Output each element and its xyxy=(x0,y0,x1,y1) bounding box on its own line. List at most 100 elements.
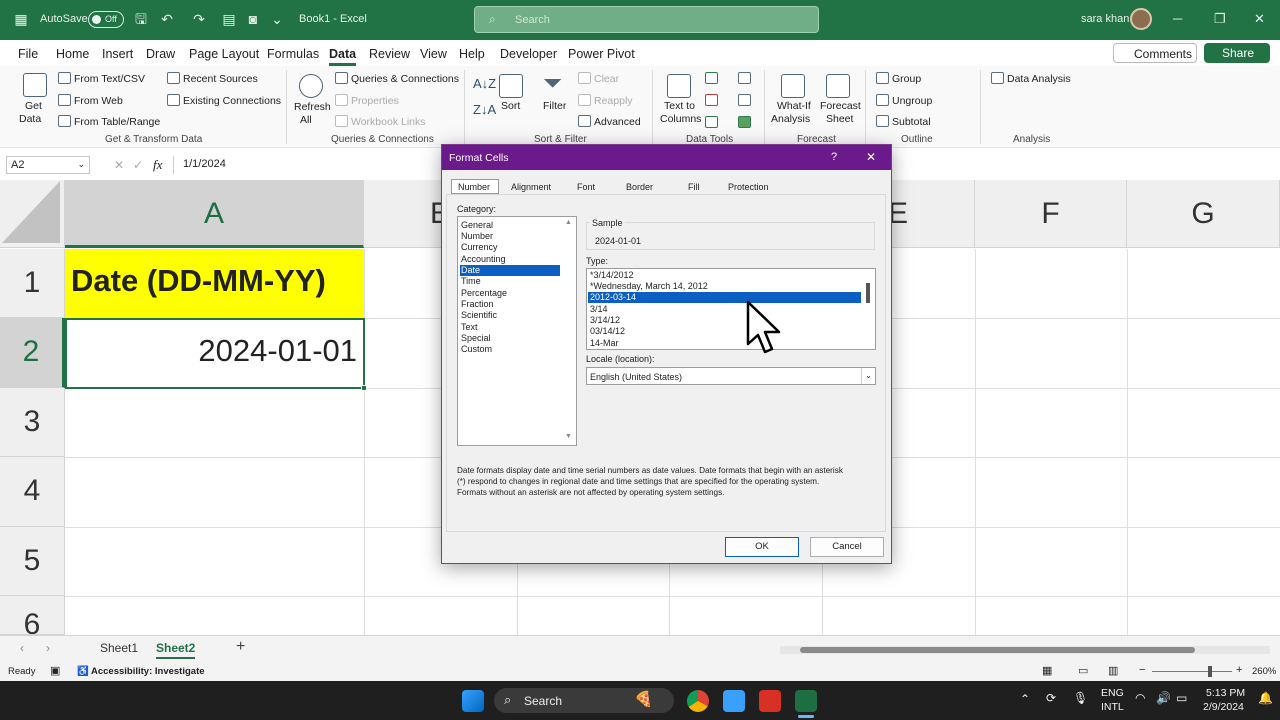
ok-button[interactable]: OK xyxy=(725,537,799,557)
menu-developer[interactable]: Developer xyxy=(500,47,557,61)
macro-record-icon[interactable]: ▣ xyxy=(50,664,60,677)
workbook-links[interactable]: Workbook Links xyxy=(335,115,426,128)
scroll-down-icon[interactable]: ▼ xyxy=(565,433,572,440)
select-all-corner[interactable] xyxy=(0,180,65,248)
column-header-f[interactable]: F xyxy=(975,180,1127,248)
clock-time[interactable]: 5:13 PM xyxy=(1206,687,1245,699)
sheet-tab-1[interactable]: Sheet1 xyxy=(100,641,138,655)
row-header-5[interactable]: 5 xyxy=(0,527,65,596)
sheet-tab-2[interactable]: Sheet2 xyxy=(156,641,196,659)
menu-power-pivot[interactable]: Power Pivot xyxy=(568,47,635,61)
menu-draw[interactable]: Draw xyxy=(146,47,175,61)
type-item[interactable]: 3/14 xyxy=(588,304,861,315)
microphone-icon[interactable]: 🎙 xyxy=(1073,691,1088,705)
get-data-label[interactable]: Data xyxy=(19,113,41,125)
chevron-up-icon[interactable]: ⌃ xyxy=(1020,692,1030,706)
dialog-close-icon[interactable]: ✕ xyxy=(866,150,876,164)
tab-font[interactable]: Font xyxy=(577,182,595,192)
language-eng[interactable]: ENG xyxy=(1101,687,1124,699)
type-item[interactable]: 03/14/12 xyxy=(588,326,861,337)
row-header-2[interactable]: 2 xyxy=(0,318,65,388)
camera-icon[interactable]: ◙ xyxy=(244,10,262,28)
cell-a2[interactable]: 2024-01-01 xyxy=(65,318,365,389)
normal-view-icon[interactable]: ▦ xyxy=(1042,664,1052,677)
row-header-6[interactable]: 6 xyxy=(0,596,65,635)
forecast-sheet-label[interactable]: Sheet xyxy=(826,113,853,125)
menu-insert[interactable]: Insert xyxy=(102,47,133,61)
comments-button[interactable]: Comments xyxy=(1113,43,1197,63)
category-item[interactable]: Number xyxy=(460,231,560,242)
tab-protection[interactable]: Protection xyxy=(728,182,769,192)
windows-start-icon[interactable] xyxy=(462,690,484,712)
menu-review[interactable]: Review xyxy=(369,47,410,61)
ungroup-button[interactable]: Ungroup xyxy=(876,94,932,107)
from-table-range[interactable]: From Table/Range xyxy=(58,115,160,128)
queries-connections[interactable]: Queries & Connections xyxy=(335,72,459,85)
fill-handle[interactable] xyxy=(361,385,367,391)
category-list[interactable]: General Number Currency Accounting Date … xyxy=(457,216,577,446)
accessibility-icon[interactable]: ♿ xyxy=(77,666,89,677)
zoom-in-icon[interactable]: + xyxy=(1236,664,1242,676)
menu-formulas[interactable]: Formulas xyxy=(267,47,319,61)
search-box[interactable]: ⌕ Search xyxy=(474,6,819,33)
category-item[interactable]: Time xyxy=(460,276,560,287)
battery-icon[interactable]: ▭ xyxy=(1176,691,1187,705)
zoom-slider[interactable] xyxy=(1152,671,1232,672)
enter-formula-icon[interactable]: ✓ xyxy=(133,158,143,172)
avatar[interactable] xyxy=(1130,8,1152,30)
refresh-all-label[interactable]: All xyxy=(300,114,312,126)
group-button[interactable]: Group xyxy=(876,72,921,85)
prev-sheet-icon[interactable]: ‹ xyxy=(20,641,24,655)
chevron-down-icon[interactable]: ⌄ xyxy=(861,368,875,384)
category-item[interactable]: Custom xyxy=(460,344,560,355)
recent-sources[interactable]: Recent Sources xyxy=(167,72,258,85)
chrome-icon[interactable] xyxy=(687,690,709,712)
redo-icon[interactable]: ↷ xyxy=(190,10,208,28)
menu-help[interactable]: Help xyxy=(459,47,485,61)
row-header-1[interactable]: 1 xyxy=(0,249,65,318)
data-model-icon[interactable] xyxy=(738,116,751,128)
zoom-level[interactable]: 260% xyxy=(1252,666,1276,677)
category-item[interactable]: Fraction xyxy=(460,299,560,310)
existing-connections[interactable]: Existing Connections xyxy=(167,94,281,107)
refresh-all-button[interactable]: Refresh xyxy=(294,101,331,113)
menu-data[interactable]: Data xyxy=(329,47,357,66)
form-icon[interactable]: ▤ xyxy=(220,10,238,28)
row-header-4[interactable]: 4 xyxy=(0,457,65,527)
add-sheet-icon[interactable]: + xyxy=(236,638,245,656)
horizontal-scrollbar[interactable] xyxy=(780,646,1270,654)
column-header-g[interactable]: G xyxy=(1127,180,1280,248)
close-window-icon[interactable]: ✕ xyxy=(1254,11,1265,27)
sort-button[interactable]: Sort xyxy=(501,100,520,112)
type-list-scrollbar[interactable] xyxy=(866,283,870,303)
get-data-button[interactable]: Get xyxy=(25,100,42,112)
reapply-button[interactable]: Reapply xyxy=(578,94,633,107)
category-item-selected[interactable]: Date xyxy=(460,265,560,276)
minimize-icon[interactable]: ─ xyxy=(1173,11,1182,26)
notification-bell-icon[interactable]: 🔔 xyxy=(1258,691,1273,705)
forecast-sheet-button[interactable]: Forecast xyxy=(820,100,861,112)
locale-select[interactable]: English (United States) ⌄ xyxy=(586,367,876,385)
menu-view[interactable]: View xyxy=(420,47,447,61)
what-if-label[interactable]: Analysis xyxy=(771,113,810,125)
share-button[interactable]: Share xyxy=(1204,43,1270,63)
sort-az-icon[interactable]: A↓Z xyxy=(473,76,496,91)
taskbar-search[interactable]: ⌕ Search 🍕 xyxy=(494,688,674,713)
category-item[interactable]: Accounting xyxy=(460,254,560,265)
cell-a1[interactable]: Date (DD-MM-YY) xyxy=(65,249,364,318)
name-box[interactable]: A2 ⌄ xyxy=(6,156,90,174)
subtotal-button[interactable]: Subtotal xyxy=(876,115,931,128)
remove-duplicates-icon[interactable] xyxy=(705,94,718,106)
properties[interactable]: Properties xyxy=(335,94,399,107)
clear-button[interactable]: Clear xyxy=(578,72,619,85)
sort-za-icon[interactable]: Z↓A xyxy=(473,102,496,117)
type-item[interactable]: *Wednesday, March 14, 2012 xyxy=(588,281,861,292)
category-item[interactable]: Percentage xyxy=(460,288,560,299)
category-item[interactable]: General xyxy=(460,220,560,231)
notepad-icon[interactable] xyxy=(723,690,745,712)
page-break-icon[interactable]: ▥ xyxy=(1108,664,1118,677)
relationships-icon[interactable] xyxy=(738,94,751,106)
menu-page-layout[interactable]: Page Layout xyxy=(189,47,259,61)
scrollbar-thumb[interactable] xyxy=(800,647,1195,653)
column-header-a[interactable]: A xyxy=(65,180,364,248)
